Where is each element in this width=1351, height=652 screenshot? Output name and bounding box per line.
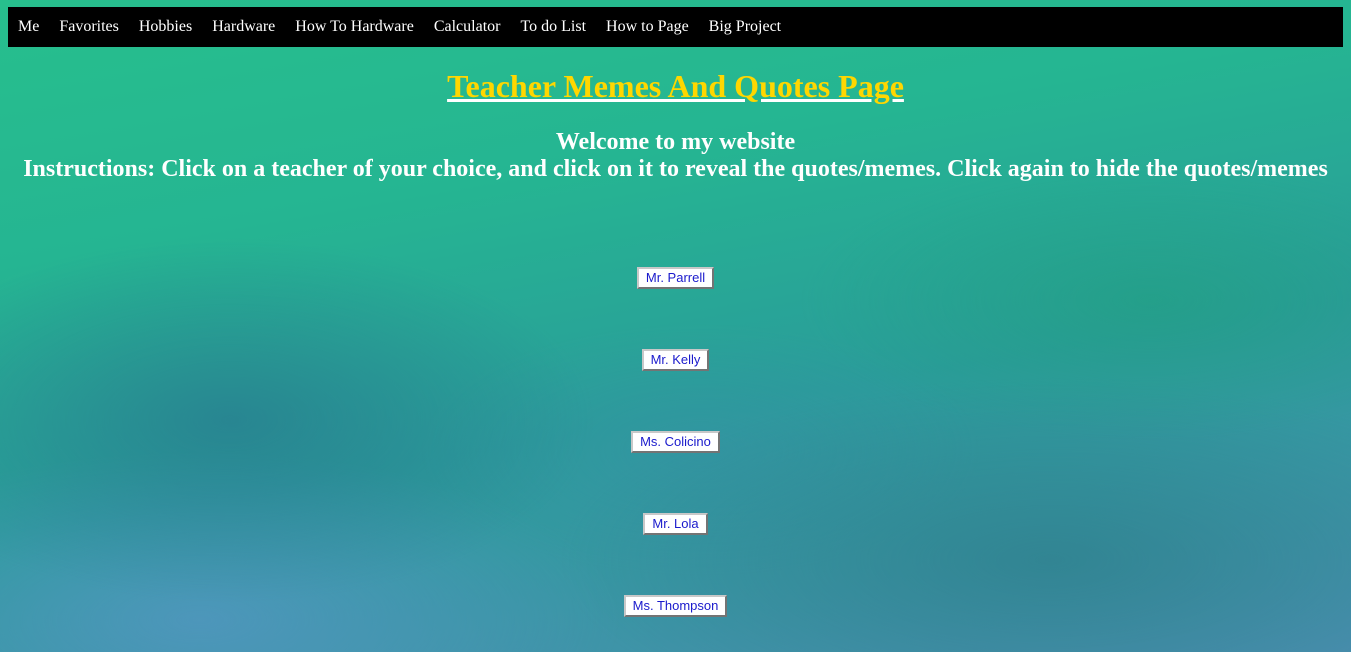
teacher-button-ms-thompson[interactable]: Ms. Thompson <box>623 595 728 617</box>
teacher-button-list: Mr. Parrell Mr. Kelly Ms. Colicino Mr. L… <box>0 267 1351 652</box>
teacher-button-mr-lola[interactable]: Mr. Lola <box>643 513 708 535</box>
nav-link-big-project[interactable]: Big Project <box>709 18 781 36</box>
page-title: Teacher Memes And Quotes Page <box>0 66 1351 106</box>
instructions-text: Instructions: Click on a teacher of your… <box>23 156 1328 182</box>
nav-link-how-to-page[interactable]: How to Page <box>606 18 689 36</box>
nav-link-to-do-list[interactable]: To do List <box>520 18 586 36</box>
top-navbar: Me Favorites Hobbies Hardware How To Har… <box>8 7 1343 47</box>
teacher-button-mr-parrell[interactable]: Mr. Parrell <box>636 267 715 289</box>
nav-link-hardware[interactable]: Hardware <box>212 18 275 36</box>
nav-link-me[interactable]: Me <box>18 18 39 36</box>
teacher-button-ms-colicino[interactable]: Ms. Colicino <box>631 431 720 453</box>
nav-link-calculator[interactable]: Calculator <box>434 18 501 36</box>
welcome-heading: Welcome to my website <box>555 129 796 155</box>
page-title-text: Teacher Memes And Quotes Page <box>447 68 904 104</box>
nav-link-favorites[interactable]: Favorites <box>59 18 119 36</box>
teacher-button-mr-kelly[interactable]: Mr. Kelly <box>641 349 710 371</box>
nav-link-hobbies[interactable]: Hobbies <box>139 18 192 36</box>
nav-link-how-to-hardware[interactable]: How To Hardware <box>295 18 414 36</box>
